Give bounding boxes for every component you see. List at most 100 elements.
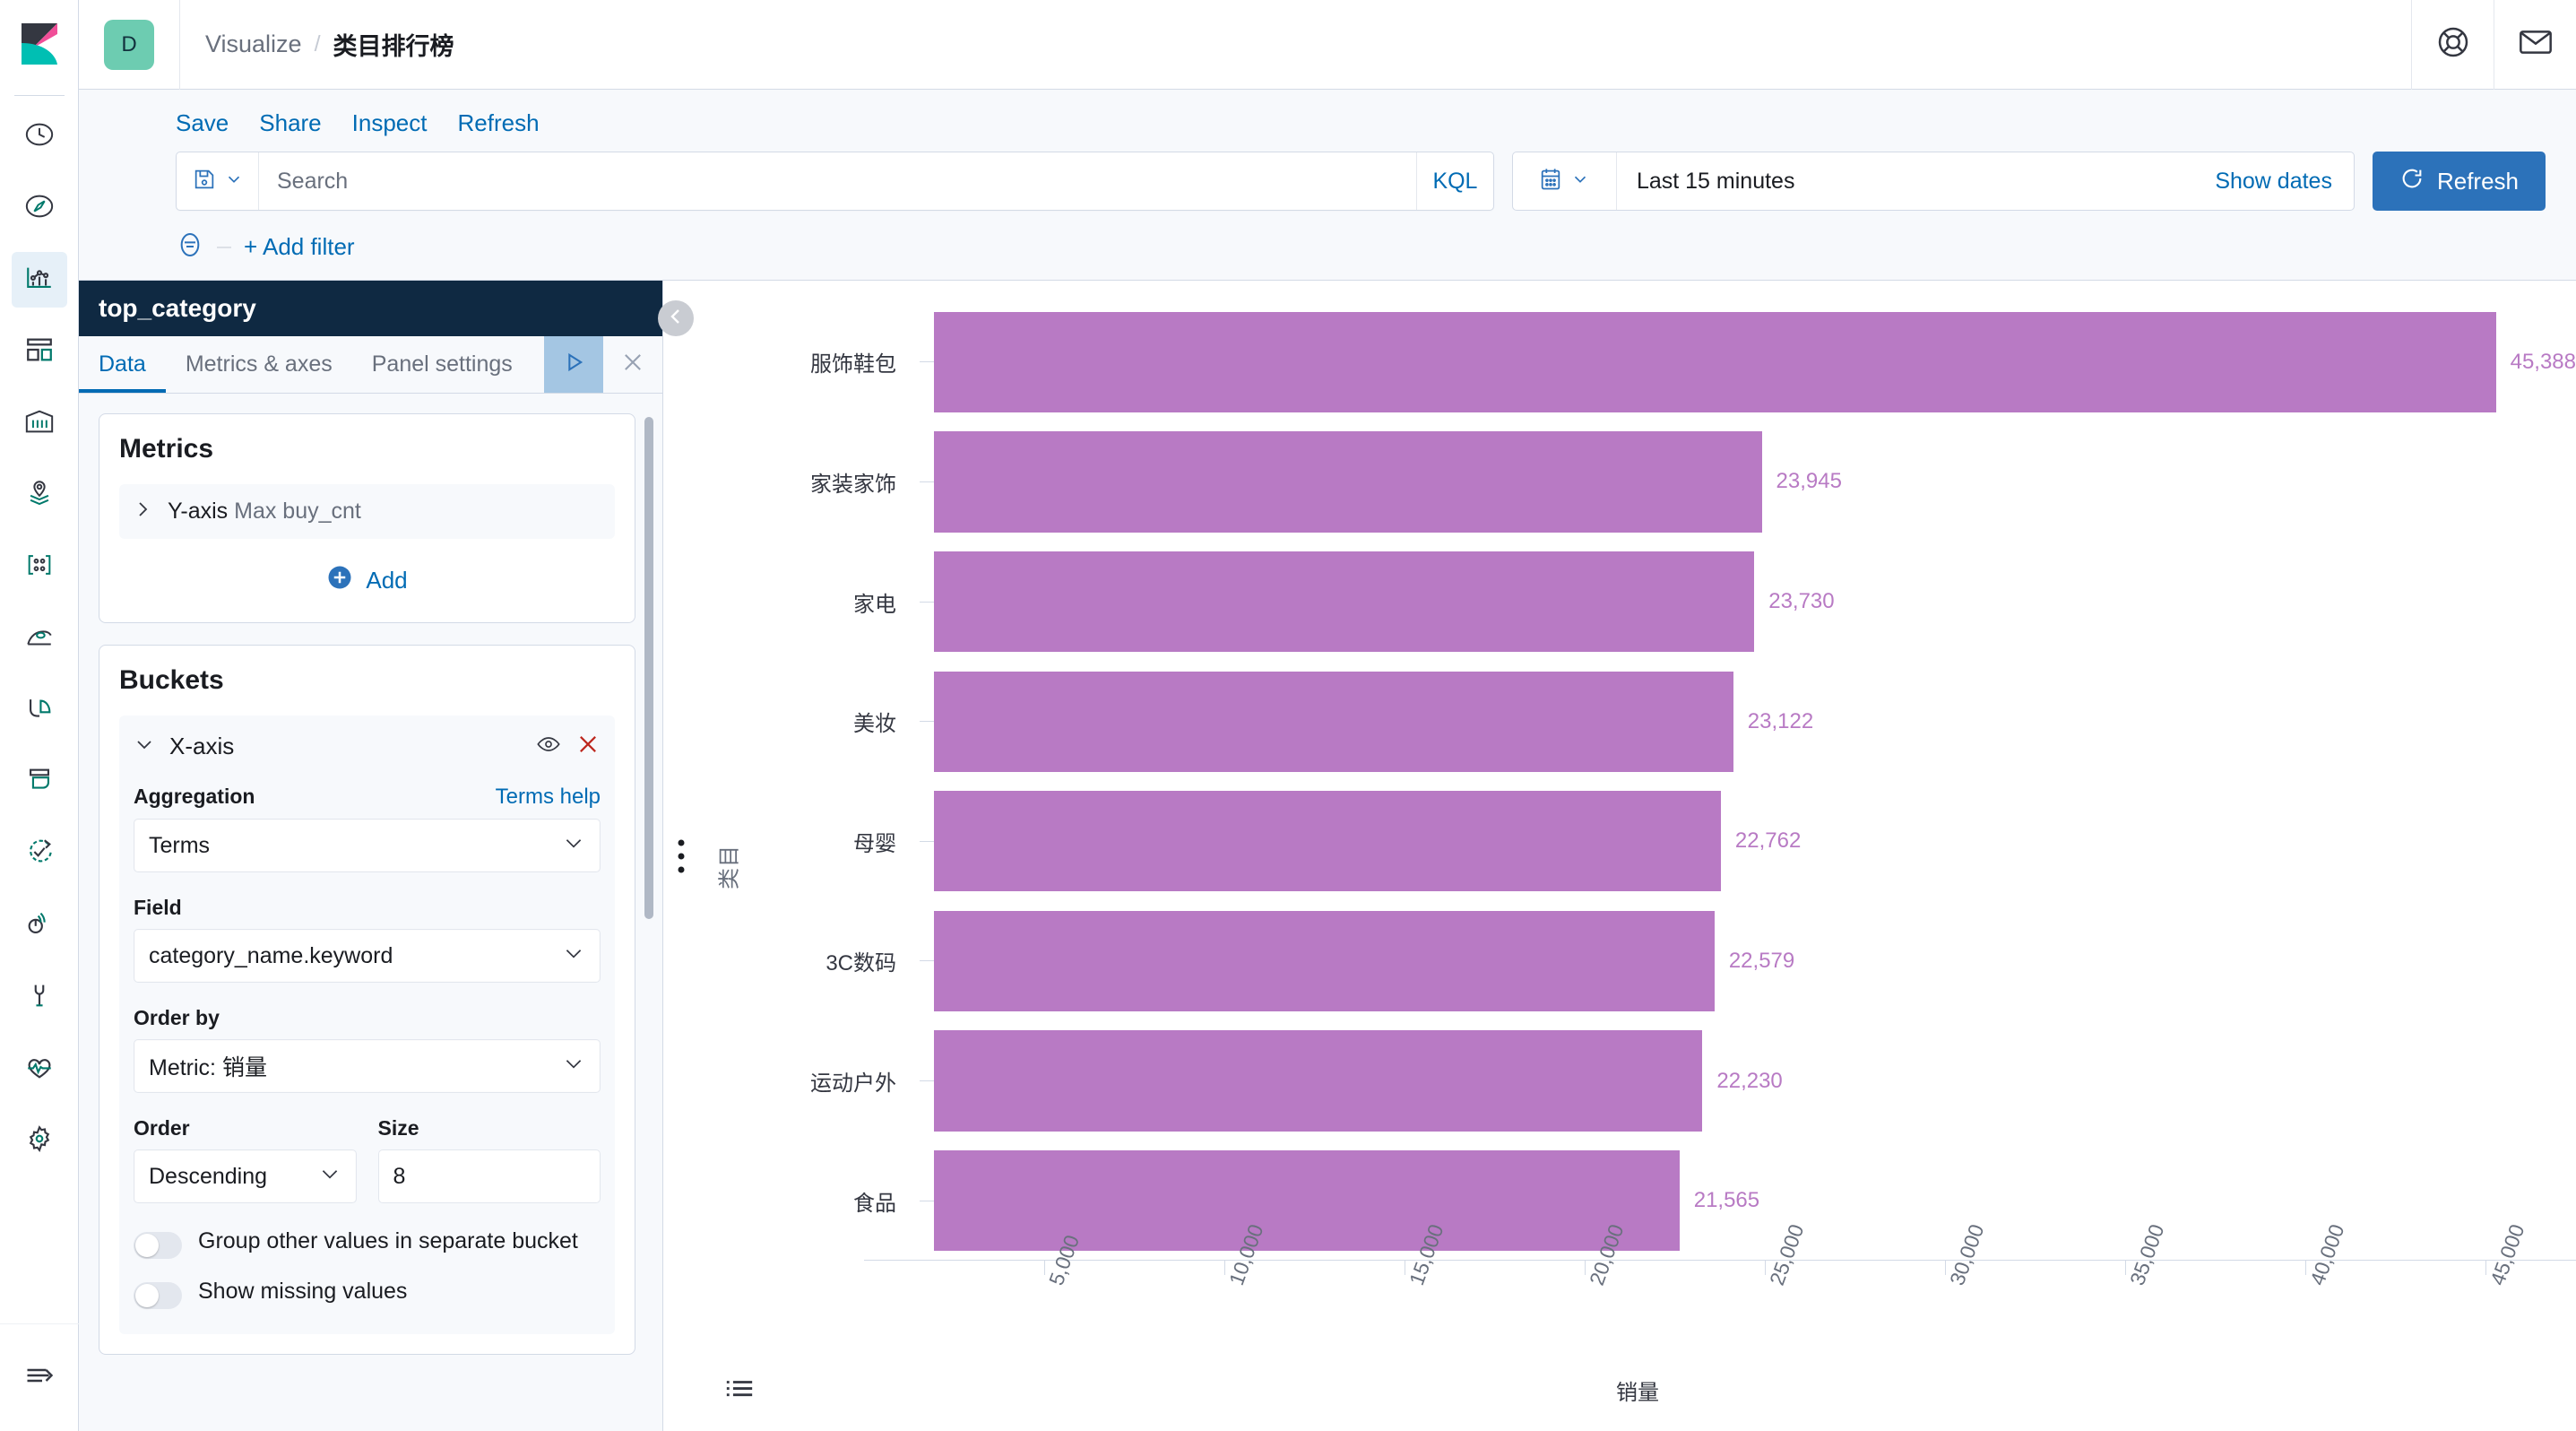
filter-icon[interactable]	[176, 230, 204, 264]
tab-panel-settings[interactable]: Panel settings	[352, 336, 532, 393]
remove-x-icon[interactable]	[575, 732, 601, 761]
tick-mark	[1224, 1261, 1226, 1275]
sidebar-item-maps[interactable]	[12, 467, 67, 523]
drag-grip-icon[interactable]	[678, 839, 685, 872]
editor-scrollbar[interactable]	[644, 417, 653, 919]
bar[interactable]	[934, 311, 2496, 412]
size-label: Size	[377, 1116, 419, 1140]
tick-mark	[2305, 1261, 2307, 1275]
bar[interactable]	[934, 1030, 1703, 1132]
legend-list-icon[interactable]	[724, 1376, 755, 1408]
eye-icon[interactable]	[536, 732, 561, 761]
tick-mark	[1585, 1261, 1586, 1275]
refresh-button-label: Refresh	[2436, 167, 2519, 195]
order-field-group: Order Descending	[134, 1116, 357, 1227]
x-axis-title: 销量	[1616, 1381, 1659, 1405]
help-button[interactable]	[2411, 0, 2494, 90]
mail-envelope-icon	[2518, 27, 2554, 62]
sidebar-item-machine-learning[interactable]	[12, 611, 67, 666]
query-toolbar: Save Share Inspect Refresh Search KQL La…	[79, 90, 2576, 281]
breadcrumb-visualize[interactable]: Visualize	[205, 30, 302, 58]
heartbeat-icon	[24, 1052, 55, 1087]
group-other-values-row[interactable]: Group other values in separate bucket	[134, 1227, 601, 1259]
nav-collapse-toggle[interactable]	[0, 1323, 79, 1431]
apply-changes-button[interactable]	[544, 336, 603, 393]
order-select[interactable]: Descending	[134, 1149, 357, 1203]
tick-mark	[2125, 1261, 2127, 1275]
saved-query-button[interactable]	[177, 152, 259, 210]
sidebar-item-graph[interactable]	[12, 539, 67, 594]
refresh-link[interactable]: Refresh	[457, 109, 539, 137]
bar[interactable]	[934, 791, 1721, 892]
chevron-down-icon	[562, 941, 585, 971]
field-select[interactable]: category_name.keyword	[134, 929, 601, 983]
sidebar-item-visualize[interactable]	[11, 252, 67, 308]
share-button[interactable]: Share	[259, 109, 321, 137]
group-other-values-toggle[interactable]	[134, 1232, 182, 1259]
sidebar-item-dev-tools[interactable]	[12, 969, 67, 1025]
logs-icon	[24, 765, 55, 800]
sidebar-item-recently-viewed[interactable]	[12, 108, 67, 164]
editor-chart-splitter[interactable]	[658, 281, 699, 1431]
sidebar-item-apm[interactable]	[12, 898, 67, 953]
space-avatar[interactable]: D	[104, 19, 154, 70]
tick-mark	[1945, 1261, 1947, 1275]
search-input[interactable]: Search	[259, 152, 1416, 210]
bar-value-label: 23,945	[1776, 469, 1842, 494]
bar-category-label: 食品	[853, 1191, 896, 1216]
order-by-select[interactable]: Metric: 销量	[134, 1039, 601, 1093]
calendar-icon	[1538, 167, 1563, 196]
aggregation-select[interactable]: Terms	[134, 819, 601, 872]
y-axis-tick	[920, 601, 934, 603]
collapse-editor-button[interactable]	[658, 300, 694, 336]
bar[interactable]	[934, 551, 1755, 653]
y-axis-title: 类目	[717, 844, 742, 889]
y-axis-tick	[920, 361, 934, 363]
terms-help-link[interactable]: Terms help	[496, 785, 601, 810]
bar-track: 22,579	[934, 901, 2576, 1021]
sidebar-item-management[interactable]	[12, 1113, 67, 1168]
sidebar-item-infrastructure[interactable]	[12, 682, 67, 738]
discard-changes-button[interactable]	[603, 336, 662, 393]
sidebar-item-logs[interactable]	[12, 754, 67, 810]
sidebar-item-monitoring[interactable]	[12, 1041, 67, 1097]
app-header: D Visualize / 类目排行榜	[79, 0, 2576, 90]
refresh-button[interactable]: Refresh	[2372, 152, 2546, 211]
bar[interactable]	[934, 910, 1715, 1012]
uptime-check-icon	[24, 837, 55, 872]
bar-value-label: 21,565	[1693, 1188, 1760, 1213]
kibana-logo-icon[interactable]	[0, 0, 79, 90]
sidebar-item-discover[interactable]	[12, 180, 67, 236]
x-axis-tick: 35,000	[2125, 1221, 2169, 1288]
visualization-chart: 类目 服饰鞋包 45,388 家装家饰 23,945 家电 23,730 美妆 23,122 母…	[699, 281, 2576, 1431]
buckets-card: Buckets X-axis Aggregation Terms help Te…	[99, 645, 635, 1355]
bucket-header: X-axis	[134, 732, 601, 761]
inspect-button[interactable]: Inspect	[352, 109, 428, 137]
show-dates-button[interactable]: Show dates	[2193, 152, 2354, 210]
chevron-right-icon[interactable]	[132, 499, 153, 525]
mail-button[interactable]	[2494, 0, 2576, 90]
sidebar-item-uptime[interactable]	[12, 826, 67, 881]
bar[interactable]	[934, 671, 1733, 772]
sidebar-item-canvas[interactable]	[12, 395, 67, 451]
tab-data[interactable]: Data	[79, 336, 166, 393]
play-apply-icon	[561, 350, 586, 379]
date-range-value[interactable]: Last 15 minutes	[1617, 152, 2193, 210]
save-button[interactable]: Save	[176, 109, 229, 137]
add-metric-button[interactable]: Add	[119, 539, 615, 603]
chevron-down-icon[interactable]	[134, 733, 155, 759]
wrench-icon	[24, 980, 55, 1015]
kql-button[interactable]: KQL	[1415, 152, 1493, 210]
add-filter-button[interactable]: + Add filter	[244, 233, 355, 261]
size-input[interactable]: 8	[377, 1149, 601, 1203]
show-missing-values-toggle[interactable]	[134, 1282, 182, 1309]
sidebar-item-dashboard[interactable]	[12, 324, 67, 379]
show-missing-values-row[interactable]: Show missing values	[134, 1277, 601, 1309]
bar[interactable]	[934, 1150, 1680, 1252]
metric-row-y-axis[interactable]: Y-axis Max buy_cnt	[119, 484, 615, 539]
tab-metrics-axes[interactable]: Metrics & axes	[166, 336, 352, 393]
plot-area: 服饰鞋包 45,388 家装家饰 23,945 家电 23,730 美妆 23,122 母婴 22…	[769, 302, 2576, 1261]
date-quick-select-button[interactable]	[1513, 152, 1617, 210]
kibana-visualize-app: D Visualize / 类目排行榜 Save Share Inspect R…	[0, 0, 2576, 1431]
bar[interactable]	[934, 431, 1762, 533]
